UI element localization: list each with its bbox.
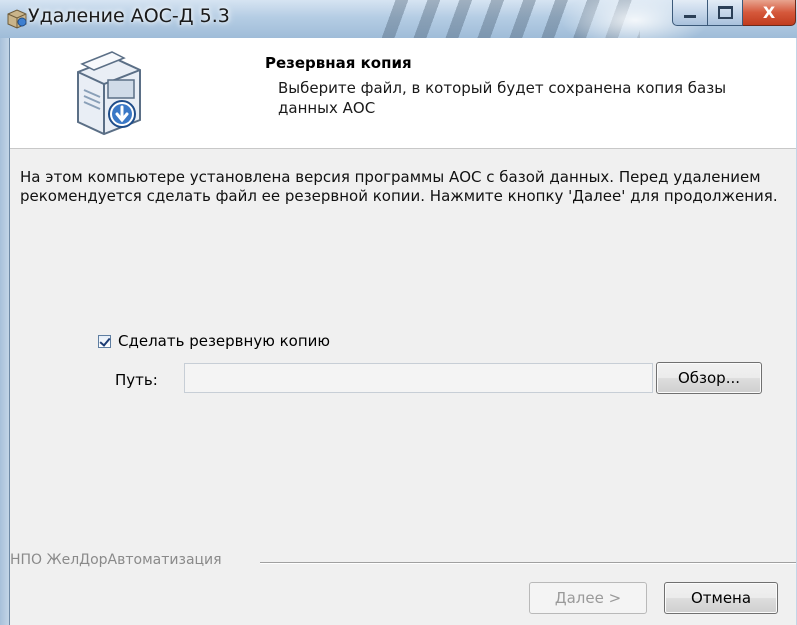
- close-icon: X: [762, 2, 776, 22]
- browse-button[interactable]: Обзор...: [656, 362, 762, 394]
- caption-buttons: X: [672, 0, 796, 26]
- page-title: Резервная копия: [265, 54, 412, 72]
- wizard-header: Резервная копия Выберите файл, в который…: [10, 38, 796, 149]
- path-input[interactable]: [184, 363, 653, 393]
- minimize-button[interactable]: [672, 0, 708, 26]
- page-subtitle: Выберите файл, в который будет сохранена…: [278, 79, 727, 117]
- maximize-icon: [717, 6, 733, 19]
- backup-checkbox-row[interactable]: Сделать резервную копию: [98, 332, 330, 350]
- footer-divider: [260, 562, 796, 564]
- backup-box-icon: [77, 51, 141, 136]
- window-frame-left: [0, 38, 9, 625]
- backup-checkbox-label[interactable]: Сделать резервную копию: [118, 332, 330, 350]
- company-name: НПО ЖелДорАвтоматизация: [10, 552, 222, 568]
- minimize-icon: [684, 15, 696, 18]
- window-title: Удаление АОС-Д 5.3: [28, 5, 230, 27]
- wizard-body: На этом компьютере установлена версия пр…: [10, 149, 796, 625]
- close-button[interactable]: X: [743, 0, 796, 26]
- wizard-client-area: Резервная копия Выберите файл, в который…: [9, 38, 796, 625]
- cancel-button[interactable]: Отмена: [664, 582, 778, 614]
- installer-icon[interactable]: [5, 6, 29, 30]
- uninstall-window: Удаление АОС-Д 5.3 X Резервная копия Выб…: [0, 0, 797, 625]
- backup-checkbox[interactable]: [98, 334, 111, 348]
- title-bar[interactable]: Удаление АОС-Д 5.3 X: [0, 0, 797, 38]
- intro-text: На этом компьютере установлена версия пр…: [20, 168, 778, 205]
- next-button[interactable]: Далее >: [529, 582, 647, 614]
- path-label: Путь:: [115, 371, 158, 389]
- maximize-button[interactable]: [708, 0, 743, 26]
